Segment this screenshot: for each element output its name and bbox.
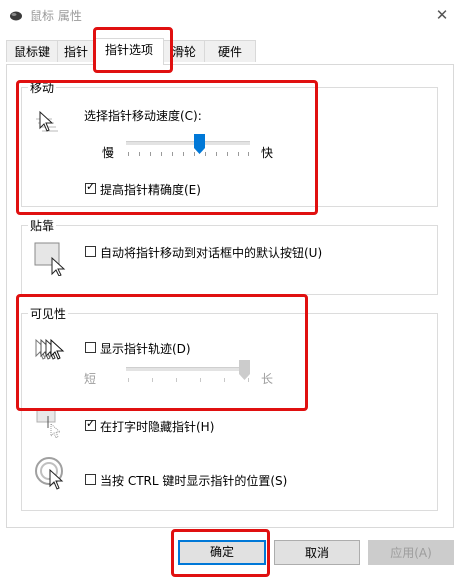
fast-label: 快: [261, 146, 274, 160]
trails-slider-thumb[interactable]: [239, 360, 250, 380]
visibility-group: 可见性 显示指针轨迹(D) 短 长 在打字时隐藏指针(H): [21, 305, 438, 511]
tab-buttons[interactable]: 鼠标键: [6, 40, 58, 62]
hide-typing-label[interactable]: 在打字时隐藏指针(H): [100, 418, 214, 435]
tab-pointer-options[interactable]: 指针选项: [94, 38, 164, 65]
close-button[interactable]: ✕: [424, 0, 460, 30]
tab-panel: 移动 选择指针移动速度(C): 慢 快 提高指针精确度(E) 贴靠 自动将指针移…: [6, 64, 454, 528]
ok-label: 确定: [209, 545, 234, 559]
long-label: 长: [261, 372, 274, 386]
ctrl-locate-icon: [35, 457, 64, 490]
trails-label[interactable]: 显示指针轨迹(D): [100, 340, 191, 357]
tab-strip: 鼠标键 指针 指针选项 滑轮 硬件: [6, 38, 454, 65]
tab-label: 鼠标键: [13, 45, 50, 59]
pointer-trails-icon: [35, 338, 65, 360]
speed-slider[interactable]: [126, 134, 250, 160]
tab-hardware[interactable]: 硬件: [204, 40, 256, 62]
speed-slider-thumb[interactable]: [194, 134, 205, 154]
motion-group-title: 移动: [28, 79, 57, 96]
tab-label: 滑轮: [171, 45, 196, 59]
trails-checkbox[interactable]: [85, 342, 96, 353]
snap-group-title: 贴靠: [28, 217, 57, 234]
apply-label: 应用(A): [390, 546, 432, 560]
trails-slider[interactable]: [126, 360, 250, 386]
snapto-label[interactable]: 自动将指针移动到对话框中的默认按钮(U): [100, 244, 322, 261]
trails-slider-track: [126, 367, 250, 371]
ok-button[interactable]: 确定: [178, 540, 266, 565]
hide-while-typing-icon: [36, 409, 62, 438]
ctrl-checkbox[interactable]: [85, 474, 96, 485]
mouse-icon: [10, 11, 22, 21]
visibility-group-title: 可见性: [28, 305, 69, 322]
snap-group: 贴靠 自动将指针移动到对话框中的默认按钮(U): [21, 217, 438, 295]
speed-slider-track: [126, 141, 250, 145]
motion-group: 移动 选择指针移动速度(C): 慢 快 提高指针精确度(E): [21, 79, 438, 207]
cancel-button[interactable]: 取消: [274, 540, 360, 565]
tab-label: 硬件: [217, 45, 242, 59]
precision-label[interactable]: 提高指针精确度(E): [100, 181, 201, 198]
apply-button[interactable]: 应用(A): [368, 540, 454, 565]
slow-label: 慢: [102, 146, 115, 160]
tab-label: 指针: [63, 45, 88, 59]
hide-typing-checkbox[interactable]: [85, 417, 96, 431]
cancel-label: 取消: [304, 546, 329, 560]
short-label: 短: [84, 372, 97, 386]
snapto-checkbox[interactable]: [85, 246, 96, 257]
pointer-speed-icon: [36, 110, 58, 132]
window-title: 鼠标 属性: [30, 9, 82, 23]
snap-to-icon: [34, 242, 66, 276]
tab-pointers[interactable]: 指针: [57, 40, 95, 62]
close-icon: ✕: [435, 6, 449, 24]
ctrl-label[interactable]: 当按 CTRL 键时显示指针的位置(S): [100, 472, 287, 489]
precision-checkbox[interactable]: [85, 180, 96, 194]
title-bar: 鼠标 属性 ✕: [0, 0, 460, 30]
tab-label: 指针选项: [104, 43, 153, 57]
tab-wheel[interactable]: 滑轮: [163, 40, 205, 62]
speed-label: 选择指针移动速度(C):: [84, 109, 202, 123]
